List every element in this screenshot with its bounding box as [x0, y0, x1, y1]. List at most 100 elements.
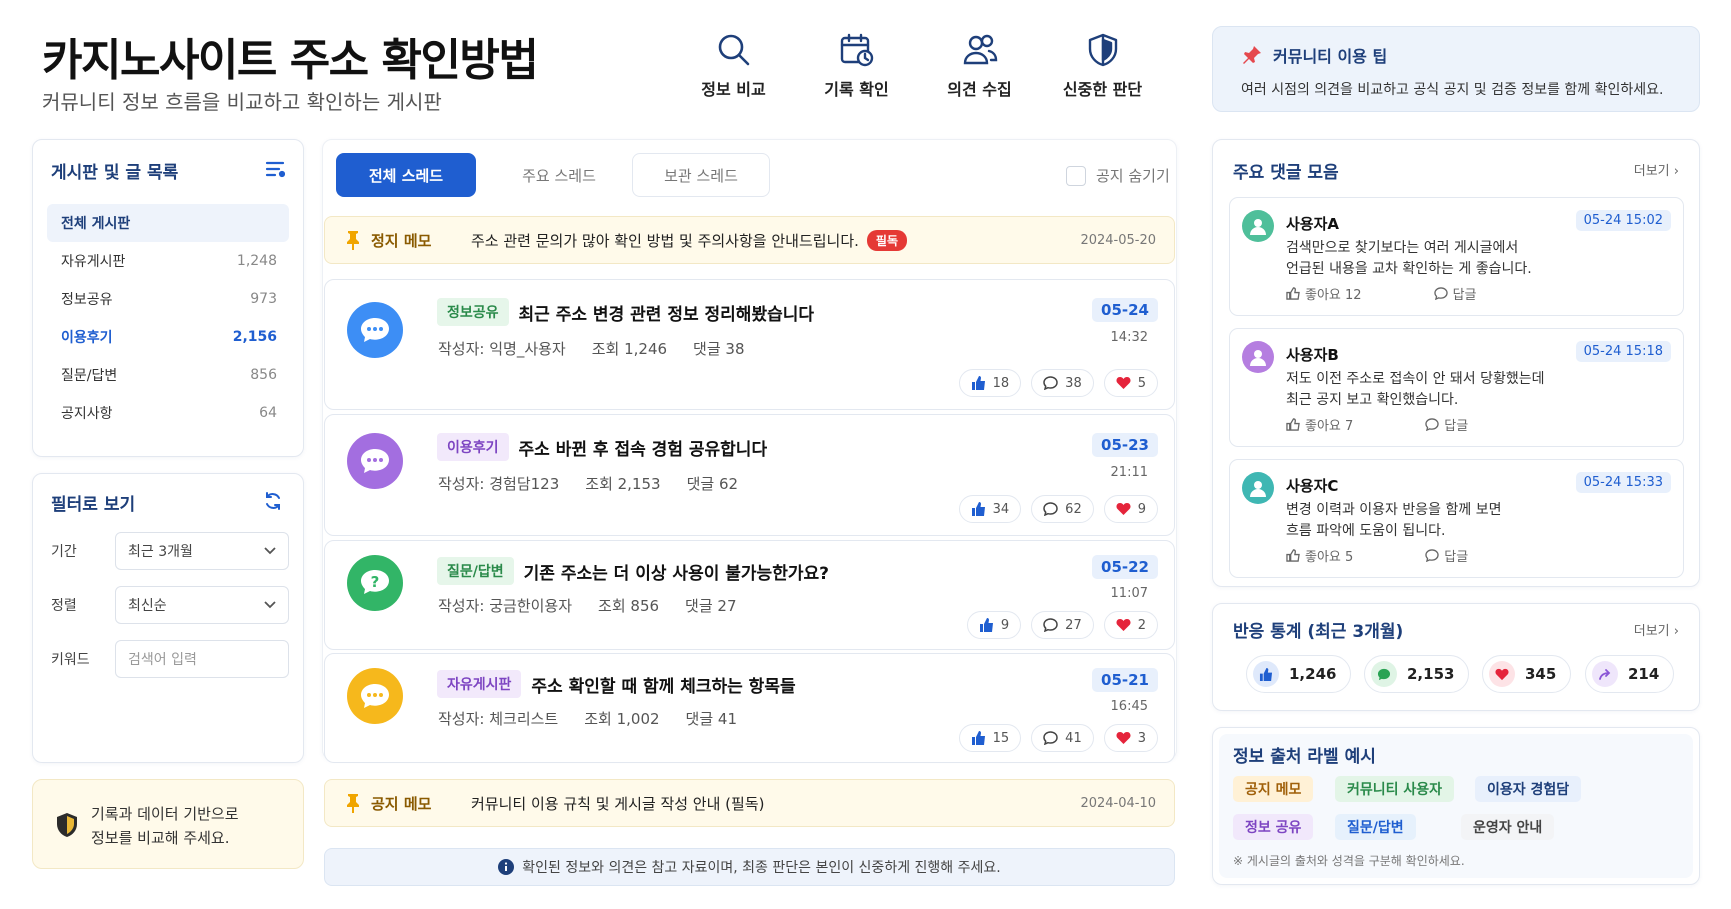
sidebar-item-free[interactable]: 자유게시판 1,248 — [47, 242, 289, 280]
hide-notice-label: 공지 숨기기 — [1096, 167, 1170, 185]
sidebar-item-all[interactable]: 전체 게시판 — [47, 204, 289, 242]
sidebar-item-reviews[interactable]: 이용후기 2,156 — [47, 318, 289, 356]
notice-date: 2024-04-10 — [1080, 795, 1156, 811]
nav-compare-label: 정보 비교 — [701, 80, 766, 99]
post-title[interactable]: 최근 주소 변경 관련 정보 정리해봤습니다 — [519, 300, 814, 325]
post-tag: 이용후기 — [437, 433, 509, 461]
refresh-icon[interactable] — [263, 491, 283, 511]
like-count: 18 — [992, 375, 1010, 391]
notice-label: 공지 메모 — [371, 794, 432, 813]
nav-history[interactable]: 기록 확인 — [795, 32, 918, 100]
heart-icon — [1116, 619, 1131, 631]
period-select[interactable]: 최근 3개월 — [115, 532, 289, 570]
label-community-user: 커뮤니티 사용자 — [1335, 776, 1455, 802]
sidebar-item-notice[interactable]: 공지사항 64 — [47, 394, 289, 432]
comment-card[interactable]: 사용자B 05-24 15:18 저도 이전 주소로 접속이 안 돼서 당황했는… — [1229, 328, 1684, 447]
comment-like-count: 좋아요 12 — [1305, 288, 1362, 303]
post-comments: 댓글 27 — [685, 597, 737, 615]
comment-button[interactable]: 62 — [1031, 495, 1094, 523]
comment-card[interactable]: 사용자A 05-24 15:02 검색만으로 찾기보다는 여러 게시글에서 언급된… — [1229, 197, 1684, 316]
comment-button[interactable]: 38 — [1031, 369, 1094, 397]
usage-tip: 커뮤니티 이용 팁 여러 시점의 의견을 비교하고 공식 공지 및 검증 정보를… — [1212, 26, 1700, 112]
comment-like-button[interactable]: 좋아요 7 — [1286, 415, 1389, 434]
sidebar-item-count: 64 — [259, 405, 277, 421]
info-icon — [498, 859, 515, 875]
hide-notice-checkbox[interactable] — [1066, 165, 1086, 186]
comment-count: 27 — [1065, 617, 1082, 633]
post-title[interactable]: 주소 바뀐 후 접속 경험 공유합니다 — [519, 435, 768, 460]
avatar — [1242, 472, 1274, 504]
source-labels-note: ※ 게시글의 출처와 성격을 구분해 확인하세요. — [1233, 854, 1465, 868]
like-button[interactable]: 34 — [958, 495, 1022, 523]
like-button[interactable]: 9 — [966, 611, 1022, 639]
nav-compare[interactable]: 정보 비교 — [672, 32, 795, 100]
like-button[interactable]: 18 — [958, 369, 1022, 397]
filter-title: 필터로 보기 — [51, 495, 136, 515]
comment-like-button[interactable]: 좋아요 5 — [1286, 546, 1389, 565]
comment-text-line: 변경 이력과 이용자 반응을 함께 보면 — [1286, 502, 1502, 518]
comment-text-line: 언급된 내용을 교차 확인하는 게 좋습니다. — [1286, 261, 1532, 277]
board-list-panel: 게시판 및 글 목록 전체 게시판 자유게시판 1,248 정보공유 973 이용후… — [32, 139, 304, 457]
thumbs-up-icon — [1286, 287, 1300, 300]
post-views: 조회 2,153 — [585, 475, 661, 493]
post-title[interactable]: 기존 주소는 더 이상 사용이 불가능한가요? — [524, 559, 829, 584]
hide-notice-toggle[interactable]: 공지 숨기기 — [1066, 165, 1170, 186]
post-title[interactable]: 주소 확인할 때 함께 체크하는 항목들 — [531, 672, 795, 697]
more-link[interactable]: 더보기 › — [1634, 160, 1679, 179]
comment-like-button[interactable]: 좋아요 12 — [1286, 284, 1398, 303]
thread-item[interactable]: 이용후기 주소 바뀐 후 접속 경험 공유합니다 작성자: 경험담123 조회 2,… — [324, 414, 1175, 536]
sort-value: 최신순 — [128, 598, 167, 614]
like-count: 15 — [992, 730, 1010, 746]
sidebar-item-label: 정보공유 — [61, 292, 113, 308]
stat-shares-value: 214 — [1628, 665, 1660, 683]
comment-card[interactable]: 사용자C 05-24 15:33 변경 이력과 이용자 반응을 함께 보면 흐름 … — [1229, 459, 1684, 578]
heart-icon — [1489, 661, 1515, 687]
more-link[interactable]: 더보기 › — [1634, 620, 1679, 639]
comment-reply-button[interactable]: 답글 — [1425, 415, 1504, 434]
notice-pinned-1[interactable]: 정지 메모 주소 관련 문의가 많아 확인 방법 및 주의사항을 안내드립니다.… — [324, 216, 1175, 264]
sort-select[interactable]: 최신순 — [115, 586, 289, 624]
disclaimer-text: 확인된 정보와 의견은 참고 자료이며, 최종 판단은 본인이 신중하게 진행해… — [522, 860, 1001, 876]
thread-item[interactable]: 정보공유 최근 주소 변경 관련 정보 정리해봤습니다 작성자: 익명_사용자 조회… — [324, 279, 1175, 410]
comment-reply-button[interactable]: 답글 — [1425, 546, 1504, 565]
advice-line-2: 정보를 비교해 주세요. — [91, 829, 230, 847]
notice-text: 커뮤니티 이용 규칙 및 게시글 작성 안내 (필독) — [471, 794, 765, 813]
thumbs-up-icon — [1253, 661, 1279, 687]
tab-all-threads[interactable]: 전체 스레드 — [336, 153, 476, 197]
sidebar-item-qna[interactable]: 질문/답변 856 — [47, 356, 289, 394]
chat-bubble-icon — [347, 668, 403, 724]
comment-reply-button[interactable]: 답글 — [1433, 284, 1513, 303]
nav-judgment[interactable]: 신중한 판단 — [1041, 32, 1164, 100]
comment-button[interactable]: 41 — [1031, 724, 1094, 752]
heart-button[interactable]: 2 — [1103, 611, 1158, 639]
like-button[interactable]: 15 — [958, 724, 1022, 752]
list-menu-icon[interactable] — [265, 160, 285, 178]
more-label: 더보기 — [1633, 624, 1670, 639]
heart-button[interactable]: 5 — [1103, 369, 1158, 397]
thumbs-up-icon — [1286, 549, 1300, 562]
heart-button[interactable]: 3 — [1103, 724, 1158, 752]
thread-item[interactable]: 자유게시판 주소 확인할 때 함께 체크하는 항목들 작성자: 체크리스트 조회 1… — [324, 653, 1175, 763]
notice-pinned-2[interactable]: 공지 메모 커뮤니티 이용 규칙 및 게시글 작성 안내 (필독) 2024-0… — [324, 779, 1175, 827]
post-date: 05-24 — [1092, 298, 1158, 322]
tab-archive-threads[interactable]: 보관 스레드 — [632, 153, 770, 197]
calendar-clock-icon — [840, 33, 873, 67]
must-read-badge: 필독 — [866, 229, 908, 251]
advice-line-1: 기록과 데이터 기반으로 — [91, 805, 239, 823]
sidebar-item-info[interactable]: 정보공유 973 — [47, 280, 289, 318]
heart-icon — [1116, 377, 1131, 389]
tab-main-threads[interactable]: 주요 스레드 — [490, 153, 628, 197]
heart-count: 3 — [1137, 730, 1146, 746]
comment-icon — [1043, 731, 1058, 745]
heart-button[interactable]: 9 — [1103, 495, 1158, 523]
keyword-input[interactable]: 검색어 입력 — [115, 640, 289, 678]
heart-count: 9 — [1137, 501, 1146, 517]
question-icon: ? — [347, 555, 403, 611]
chevron-down-icon — [264, 601, 276, 609]
sidebar-item-label: 자유게시판 — [61, 254, 126, 270]
nav-opinions[interactable]: 의견 수집 — [918, 32, 1041, 100]
post-views: 조회 1,002 — [584, 710, 660, 728]
thread-item[interactable]: ? 질문/답변 기존 주소는 더 이상 사용이 불가능한가요? 작성자: 궁금한이… — [324, 540, 1175, 650]
post-time: 11:07 — [1110, 586, 1148, 601]
comment-button[interactable]: 27 — [1031, 611, 1094, 639]
